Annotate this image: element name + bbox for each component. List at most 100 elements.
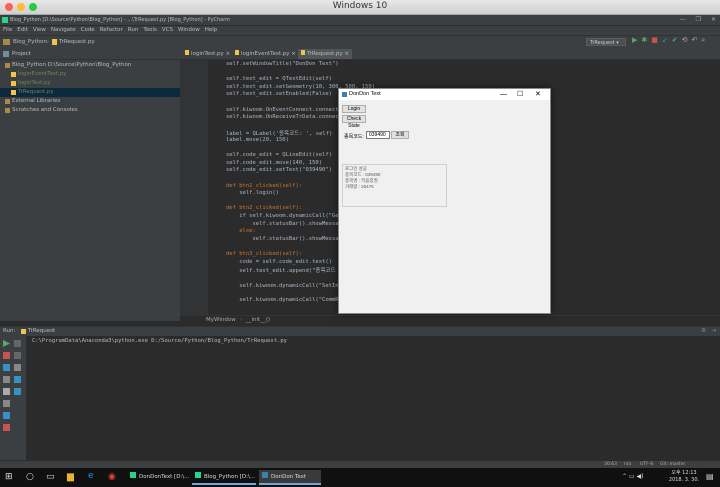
code-line: label.move(20, 150) [226, 137, 289, 143]
run-icon[interactable]: ▶ [632, 36, 637, 45]
run-console[interactable]: C:\ProgramData\Anaconda3\python.exe D:/S… [27, 336, 720, 460]
code-input[interactable]: 039490 [366, 131, 390, 139]
project-panel-title[interactable]: Project [12, 49, 31, 59]
code-line: def btn3_clicked(self): [226, 251, 303, 257]
tab-trrequest[interactable]: TrRequest.py × [298, 49, 353, 59]
menu-item-help[interactable]: Help [205, 27, 218, 33]
settings-icon[interactable]: ⚙ [701, 327, 706, 336]
pin-icon[interactable] [14, 376, 21, 383]
run-config-select[interactable]: TrRequest ▾ [586, 38, 626, 46]
tree-item[interactable]: External Libraries [0, 97, 180, 106]
stop-run-icon[interactable] [3, 352, 10, 359]
menu-item-refactor[interactable]: Refactor [100, 27, 123, 33]
dialog-title-bar: DonDon Text — ☐ ✕ [339, 89, 550, 100]
tray-icons[interactable]: ⌃ ▭ ◀) [622, 473, 643, 480]
task-view-icon[interactable]: ▭ [46, 472, 55, 482]
menu-item-navigate[interactable]: Navigate [51, 27, 76, 33]
clock-date: 2018. 3. 30. [668, 477, 700, 483]
rerun-icon[interactable] [3, 340, 10, 347]
notification-icon[interactable]: ▤ [706, 472, 714, 481]
menu-item-window[interactable]: Window [178, 27, 200, 33]
line-separator[interactable]: n/a [624, 461, 631, 468]
pause-icon[interactable] [3, 364, 10, 371]
python-file-icon [11, 81, 16, 86]
status-bar: 30:63 n/a UTF-8 Git: master [0, 461, 720, 468]
trash-icon[interactable] [14, 388, 21, 395]
dialog-minimize-icon[interactable]: — [500, 89, 507, 100]
menu-item-code[interactable]: Code [81, 27, 95, 33]
scroll-end-icon[interactable] [3, 400, 10, 407]
menu-item-tools[interactable]: Tools [143, 27, 157, 33]
breadcrumb-separator: › [240, 317, 243, 323]
tree-item[interactable]: loginTest.py [0, 79, 180, 88]
tab-logineventtest[interactable]: loginEventTest.py × [232, 49, 299, 59]
cursor-position[interactable]: 30:63 [604, 461, 617, 468]
stop-icon[interactable]: ■ [651, 36, 658, 45]
taskbar-label: DonDon Text [271, 474, 307, 480]
start-icon[interactable]: ⊞ [5, 472, 13, 482]
nav-file[interactable]: TrRequest.py [59, 36, 95, 49]
menu-item-edit[interactable]: Edit [17, 27, 28, 33]
breadcrumb-class[interactable]: MyWindow [206, 316, 236, 324]
git-branch[interactable]: Git: master [660, 461, 685, 468]
tree-item-label: Blog_Python D:\Source\Python\Blog_Python [12, 62, 132, 68]
mac-title-bar: Windows 10 [0, 0, 720, 15]
code-line: self.setWindowTitle("DonDon Text") [226, 61, 339, 67]
dialog-close-icon[interactable]: ✕ [535, 89, 541, 100]
menu-item-run[interactable]: Run [128, 27, 139, 33]
clock[interactable]: 오후 12:13 2018. 3. 30. [664, 470, 704, 484]
vcs-commit-icon[interactable]: ✔ [672, 36, 678, 45]
hide-icon[interactable]: ⇥ [711, 327, 716, 336]
tab-label: TrRequest.py [307, 51, 343, 57]
tree-item[interactable]: Blog_Python D:\Source\Python\Blog_Python [0, 61, 180, 70]
tree-item[interactable]: Scratches and Consoles [0, 106, 180, 115]
file-encoding[interactable]: UTF-8 [640, 461, 653, 468]
menu-item-vcs[interactable]: VCS [162, 27, 173, 33]
tree-item[interactable]: TrRequest.py [0, 88, 180, 97]
wrap-icon[interactable] [3, 388, 10, 395]
run-tab-close-icon[interactable]: × [51, 327, 56, 336]
breadcrumb-function[interactable]: __init__() [246, 316, 270, 324]
dialog-maximize-icon[interactable]: ☐ [517, 89, 523, 100]
app-icon [342, 92, 347, 97]
taskbar-item-blog-python[interactable]: Blog_Python [D:\... [192, 470, 256, 485]
code-line: self.code_edit = QLineEdit(self) [226, 152, 332, 159]
tree-item[interactable]: loginEventTest.py [0, 70, 180, 79]
tab-logintest[interactable]: loginTest.py × [182, 49, 233, 59]
edge-icon[interactable]: e [88, 471, 94, 481]
debug-icon[interactable]: ✱ [641, 36, 647, 45]
console-command: C:\ProgramData\Anaconda3\python.exe D:/S… [32, 338, 287, 344]
search-icon[interactable]: ○ [26, 472, 34, 482]
folder-icon [3, 39, 10, 45]
python-file-icon [11, 72, 16, 77]
chrome-icon[interactable]: ◉ [108, 472, 116, 482]
vcs-update-icon[interactable]: ↙ [662, 36, 668, 45]
history-icon[interactable]: ⟲ [682, 36, 688, 45]
soft-wrap-icon[interactable] [14, 364, 21, 371]
search-icon[interactable]: ⌕ [701, 36, 705, 45]
menu-item-view[interactable]: View [33, 27, 46, 33]
taskbar-item-dondontext[interactable]: DonDonText [D:\... [127, 470, 192, 485]
query-button[interactable]: 조회 [391, 131, 409, 139]
taskbar-label: DonDonText [D:\... [139, 474, 190, 480]
scroll-down-icon[interactable] [14, 352, 21, 359]
folder-icon [5, 99, 10, 104]
login-button[interactable]: Login [342, 105, 366, 113]
minimize-icon[interactable]: — [680, 15, 686, 25]
code-line: code = self.code_edit.text() [226, 258, 332, 265]
file-explorer-icon[interactable]: ▆ [67, 472, 74, 482]
step-icon[interactable] [3, 376, 10, 383]
restore-icon[interactable]: ❐ [696, 15, 701, 25]
check-state-button[interactable]: Check State [342, 115, 366, 129]
scroll-up-icon[interactable] [14, 340, 21, 347]
menu-bar: File Edit View Navigate Code Refactor Run Tools… [0, 26, 720, 35]
nav-project[interactable]: Blog_Python [13, 36, 47, 49]
print-icon[interactable] [3, 412, 10, 419]
close-icon[interactable]: ✕ [711, 15, 716, 25]
log-textedit[interactable]: 로그인 성공 종목코드 : 039490 종목명 : 키움증권 거래량 : 25476 [342, 164, 447, 207]
taskbar-item-dondon-text[interactable]: DonDon Text [259, 470, 321, 485]
revert-icon[interactable]: ↶ [692, 36, 698, 45]
code-line: def btn1_clicked(self): [226, 182, 303, 189]
close-run-icon[interactable] [3, 424, 10, 431]
menu-item-file[interactable]: File [3, 27, 12, 33]
